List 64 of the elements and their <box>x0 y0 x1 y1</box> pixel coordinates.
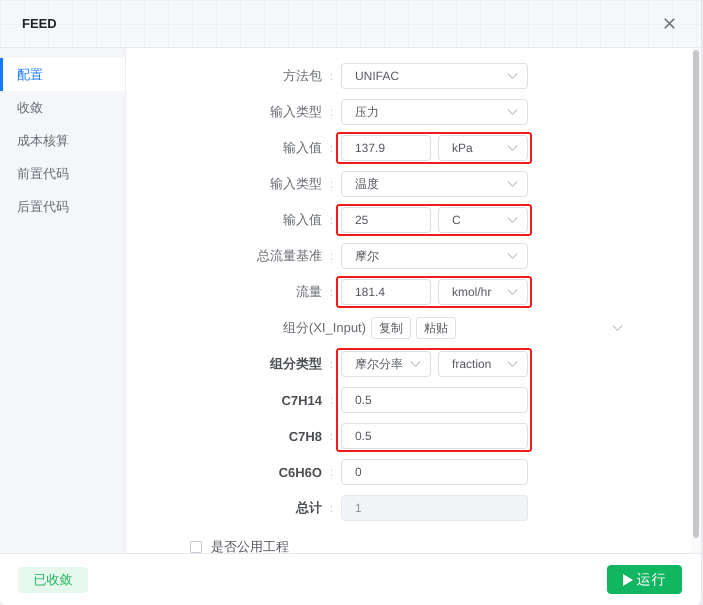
chevron-down-icon <box>507 73 518 79</box>
dropdown[interactable]: 温度 <box>341 171 528 197</box>
sidebar-item[interactable]: 前置代码 <box>0 157 125 190</box>
small-button[interactable]: 复制 <box>371 317 411 339</box>
field-label: C6H6O <box>278 464 322 480</box>
checkbox[interactable] <box>190 541 202 553</box>
small-button[interactable]: 粘贴 <box>416 317 456 339</box>
scrollbar-thumb[interactable] <box>693 50 699 538</box>
input-field[interactable]: 0.5 <box>341 423 528 449</box>
dropdown[interactable]: C <box>438 207 528 233</box>
label-colon: : <box>328 105 334 119</box>
chevron-down-icon <box>410 361 421 367</box>
checkbox-label: 是否公用工程 <box>211 538 289 553</box>
dropdown[interactable]: fraction <box>438 351 528 377</box>
status-badge: 已收敛 <box>18 566 88 592</box>
label-colon: : <box>328 357 334 371</box>
chevron-down-icon <box>507 253 518 259</box>
chevron-down-icon[interactable] <box>612 325 623 331</box>
chevron-down-icon <box>507 181 518 187</box>
sidebar-item[interactable]: 收敛 <box>0 91 125 124</box>
field-label: 方法包 <box>282 67 322 85</box>
field-label: 总流量基准 <box>256 247 322 265</box>
input-field[interactable]: 137.9 <box>341 135 431 161</box>
dropdown[interactable]: UNIFAC <box>341 63 528 89</box>
chevron-down-icon <box>507 289 518 295</box>
label-colon: : <box>328 501 334 515</box>
field-label: 输入值 <box>282 211 322 229</box>
input-field[interactable]: 25 <box>341 207 431 233</box>
section-label: 组分(XI_Input) <box>282 319 366 337</box>
label-colon: : <box>328 177 334 191</box>
label-colon: : <box>328 141 334 155</box>
input-field[interactable]: 181.4 <box>341 279 431 305</box>
chevron-down-icon <box>507 361 518 367</box>
label-colon: : <box>328 285 334 299</box>
sidebar-item[interactable]: 配置 <box>0 58 125 91</box>
field-label: 组分类型 <box>268 355 322 373</box>
label-colon: : <box>328 429 334 443</box>
label-colon: : <box>328 465 334 479</box>
sidebar-item[interactable]: 成本核算 <box>0 124 125 157</box>
field-label: 输入值 <box>282 139 322 157</box>
field-label: C7H8 <box>288 428 322 444</box>
field-label: 流量 <box>295 283 322 301</box>
dropdown[interactable]: 压力 <box>341 99 528 125</box>
play-icon <box>622 574 632 586</box>
field-label: 输入类型 <box>269 103 322 121</box>
label-colon: : <box>328 249 334 263</box>
dialog-title: FEED <box>22 16 57 31</box>
field-label: C7H14 <box>280 392 322 408</box>
dropdown[interactable]: kmol/hr <box>438 279 528 305</box>
label-colon: : <box>328 69 334 83</box>
chevron-down-icon <box>507 109 518 115</box>
sidebar-item[interactable]: 后置代码 <box>0 190 125 223</box>
label-colon: : <box>328 393 334 407</box>
dropdown[interactable]: kPa <box>438 135 528 161</box>
dropdown[interactable]: 摩尔 <box>341 243 528 269</box>
chevron-down-icon <box>507 217 518 223</box>
input-field[interactable]: 0.5 <box>341 387 528 413</box>
field-label: 总计 <box>294 499 322 517</box>
label-colon: : <box>328 213 334 227</box>
input-field[interactable]: 0 <box>341 459 528 485</box>
dropdown[interactable]: 摩尔分率 <box>341 351 431 377</box>
field-label: 输入类型 <box>269 175 322 193</box>
close-icon[interactable] <box>664 18 675 29</box>
chevron-down-icon <box>507 145 518 151</box>
